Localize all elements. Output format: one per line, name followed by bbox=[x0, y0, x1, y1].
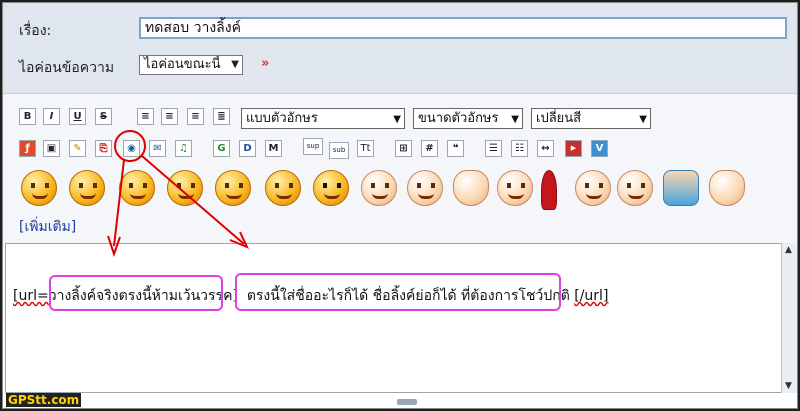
font-color-value: เปลี่ยนสี bbox=[536, 111, 582, 126]
subject-input[interactable]: ทดสอบ วางลิ้งค์ bbox=[139, 17, 787, 39]
subscript-button[interactable]: sub bbox=[329, 142, 349, 159]
code-button[interactable]: # bbox=[421, 140, 438, 157]
editor-resize-handle[interactable] bbox=[397, 399, 417, 405]
message-icon-label: ไอค่อนข้อความ bbox=[19, 60, 115, 76]
strike-button[interactable]: S bbox=[95, 108, 112, 125]
email-link-button[interactable]: ✉ bbox=[149, 140, 166, 157]
underline-button[interactable]: U bbox=[69, 108, 86, 125]
arrows-horizontal-icon: ↔ bbox=[541, 143, 550, 154]
chevron-down-icon: ▼ bbox=[511, 114, 519, 125]
youtube-button[interactable]: ▶ bbox=[565, 140, 582, 157]
numbered-list-icon: ☷ bbox=[515, 143, 524, 154]
quote-icon: ❝ bbox=[452, 143, 459, 154]
smiley-annoyed-icon[interactable] bbox=[497, 170, 533, 206]
smiley-waving-hand-icon[interactable] bbox=[709, 170, 745, 206]
bullet-list-button[interactable]: ☰ bbox=[485, 140, 502, 157]
align-right-button[interactable]: ≡ bbox=[187, 108, 204, 125]
smiley-upset-icon[interactable] bbox=[119, 170, 155, 206]
font-size-value: ขนาดตัวอักษร bbox=[418, 111, 499, 126]
smiley-swimming-icon[interactable] bbox=[663, 170, 699, 206]
smiley-dizzy-icon[interactable] bbox=[215, 170, 251, 206]
smiley-shocked-icon[interactable] bbox=[21, 170, 57, 206]
scroll-up-icon[interactable]: ▲ bbox=[785, 245, 792, 255]
insert-link-button[interactable]: ◉ bbox=[123, 140, 140, 157]
table-button[interactable]: ⊞ bbox=[395, 140, 412, 157]
numbered-list-button[interactable]: ☷ bbox=[511, 140, 528, 157]
font-color-select[interactable]: เปลี่ยนสี ▼ bbox=[531, 108, 651, 129]
bold-button[interactable]: B bbox=[19, 108, 36, 125]
media-icon: ♫ bbox=[179, 143, 188, 154]
font-face-select[interactable]: แบบตัวอักษร ▼ bbox=[241, 108, 405, 129]
image-icon: ▣ bbox=[46, 143, 57, 154]
italic-button[interactable]: I bbox=[43, 108, 60, 125]
url-open-tag: [url= bbox=[13, 288, 49, 304]
d-button[interactable]: D bbox=[239, 140, 256, 157]
message-icon-select[interactable]: ไอค่อนขณะนี้ ▼ bbox=[139, 55, 243, 75]
link-part-highlight bbox=[49, 275, 223, 311]
more-smileys-link[interactable]: [เพิ่มเติม] bbox=[19, 216, 76, 238]
flash-icon: ƒ bbox=[25, 143, 30, 154]
google-button[interactable]: G bbox=[213, 140, 230, 157]
smiley-sad-icon[interactable] bbox=[617, 170, 653, 206]
youtube-icon: ▶ bbox=[570, 144, 577, 152]
collapse-toggle-icon[interactable]: » bbox=[261, 56, 269, 71]
insert-media-button[interactable]: ♫ bbox=[175, 140, 192, 157]
url-end-tag: [/url] bbox=[574, 288, 609, 304]
align-right-icon: ≡ bbox=[191, 111, 200, 122]
align-center-button[interactable]: ≡ bbox=[161, 108, 178, 125]
pencil-button[interactable]: ✎ bbox=[69, 140, 86, 157]
chevron-down-icon: ▼ bbox=[639, 114, 647, 125]
bullet-list-icon: ☰ bbox=[489, 143, 498, 154]
editor-toolbar: B I U S ≡ ≡ ≡ ≣ แบบตัวอักษร ▼ ขนาดตัวอัก… bbox=[3, 93, 797, 244]
smiley-crying-icon[interactable] bbox=[167, 170, 203, 206]
watermark-logo: GPStt.com bbox=[6, 393, 82, 407]
table-icon: ⊞ bbox=[399, 143, 408, 154]
post-header-panel: เรื่อง: ทดสอบ วางลิ้งค์ ไอค่อนข้อความ ไอ… bbox=[3, 3, 797, 93]
email-link-icon: ✉ bbox=[153, 143, 162, 154]
justify-icon: ≣ bbox=[217, 111, 226, 122]
smiley-fan-icon[interactable] bbox=[265, 170, 301, 206]
teletype-button[interactable]: Tt bbox=[357, 140, 374, 157]
horizontal-rule-button[interactable]: ↔ bbox=[537, 140, 554, 157]
align-left-icon: ≡ bbox=[141, 111, 150, 122]
smiley-ninja-icon[interactable] bbox=[313, 170, 349, 206]
superscript-button[interactable]: sup bbox=[303, 138, 323, 155]
quote-button[interactable]: ❝ bbox=[447, 140, 464, 157]
vimeo-button[interactable]: V bbox=[591, 140, 608, 157]
globe-link-icon: ◉ bbox=[127, 143, 136, 154]
message-icon-select-value: ไอค่อนขณะนี้ bbox=[144, 57, 221, 72]
flash-button[interactable]: ƒ bbox=[19, 140, 36, 157]
message-editor[interactable] bbox=[5, 243, 797, 393]
align-center-icon: ≡ bbox=[165, 111, 174, 122]
chevron-down-icon: ▼ bbox=[393, 114, 401, 125]
pdf-icon: ⎘ bbox=[99, 143, 108, 154]
smiley-shy-icon[interactable] bbox=[575, 170, 611, 206]
smiley-sleepy-icon[interactable] bbox=[361, 170, 397, 206]
subject-label: เรื่อง: bbox=[19, 23, 52, 39]
font-face-value: แบบตัวอักษร bbox=[246, 111, 318, 126]
align-left-button[interactable]: ≡ bbox=[137, 108, 154, 125]
justify-button[interactable]: ≣ bbox=[213, 108, 230, 125]
m-button[interactable]: M bbox=[265, 140, 282, 157]
image-button[interactable]: ▣ bbox=[43, 140, 60, 157]
scroll-down-icon[interactable]: ▼ bbox=[785, 381, 792, 391]
editor-scrollbar[interactable]: ▲ ▼ bbox=[781, 243, 797, 393]
smiley-laughing-icon[interactable] bbox=[407, 170, 443, 206]
pencil-icon: ✎ bbox=[73, 143, 82, 154]
post-editor-window: เรื่อง: ทดสอบ วางลิ้งค์ ไอค่อนข้อความ ไอ… bbox=[2, 2, 798, 409]
vimeo-icon: V bbox=[595, 143, 604, 154]
smiley-angry-icon[interactable] bbox=[69, 170, 105, 206]
font-size-select[interactable]: ขนาดตัวอักษร ▼ bbox=[413, 108, 523, 129]
pdf-button[interactable]: ⎘ bbox=[95, 140, 112, 157]
rose-icon[interactable] bbox=[541, 170, 557, 210]
chevron-down-icon: ▼ bbox=[231, 59, 239, 70]
text-part-highlight bbox=[235, 273, 561, 311]
d-icon: D bbox=[243, 143, 252, 154]
smiley-hand-stop-icon[interactable] bbox=[453, 170, 489, 206]
